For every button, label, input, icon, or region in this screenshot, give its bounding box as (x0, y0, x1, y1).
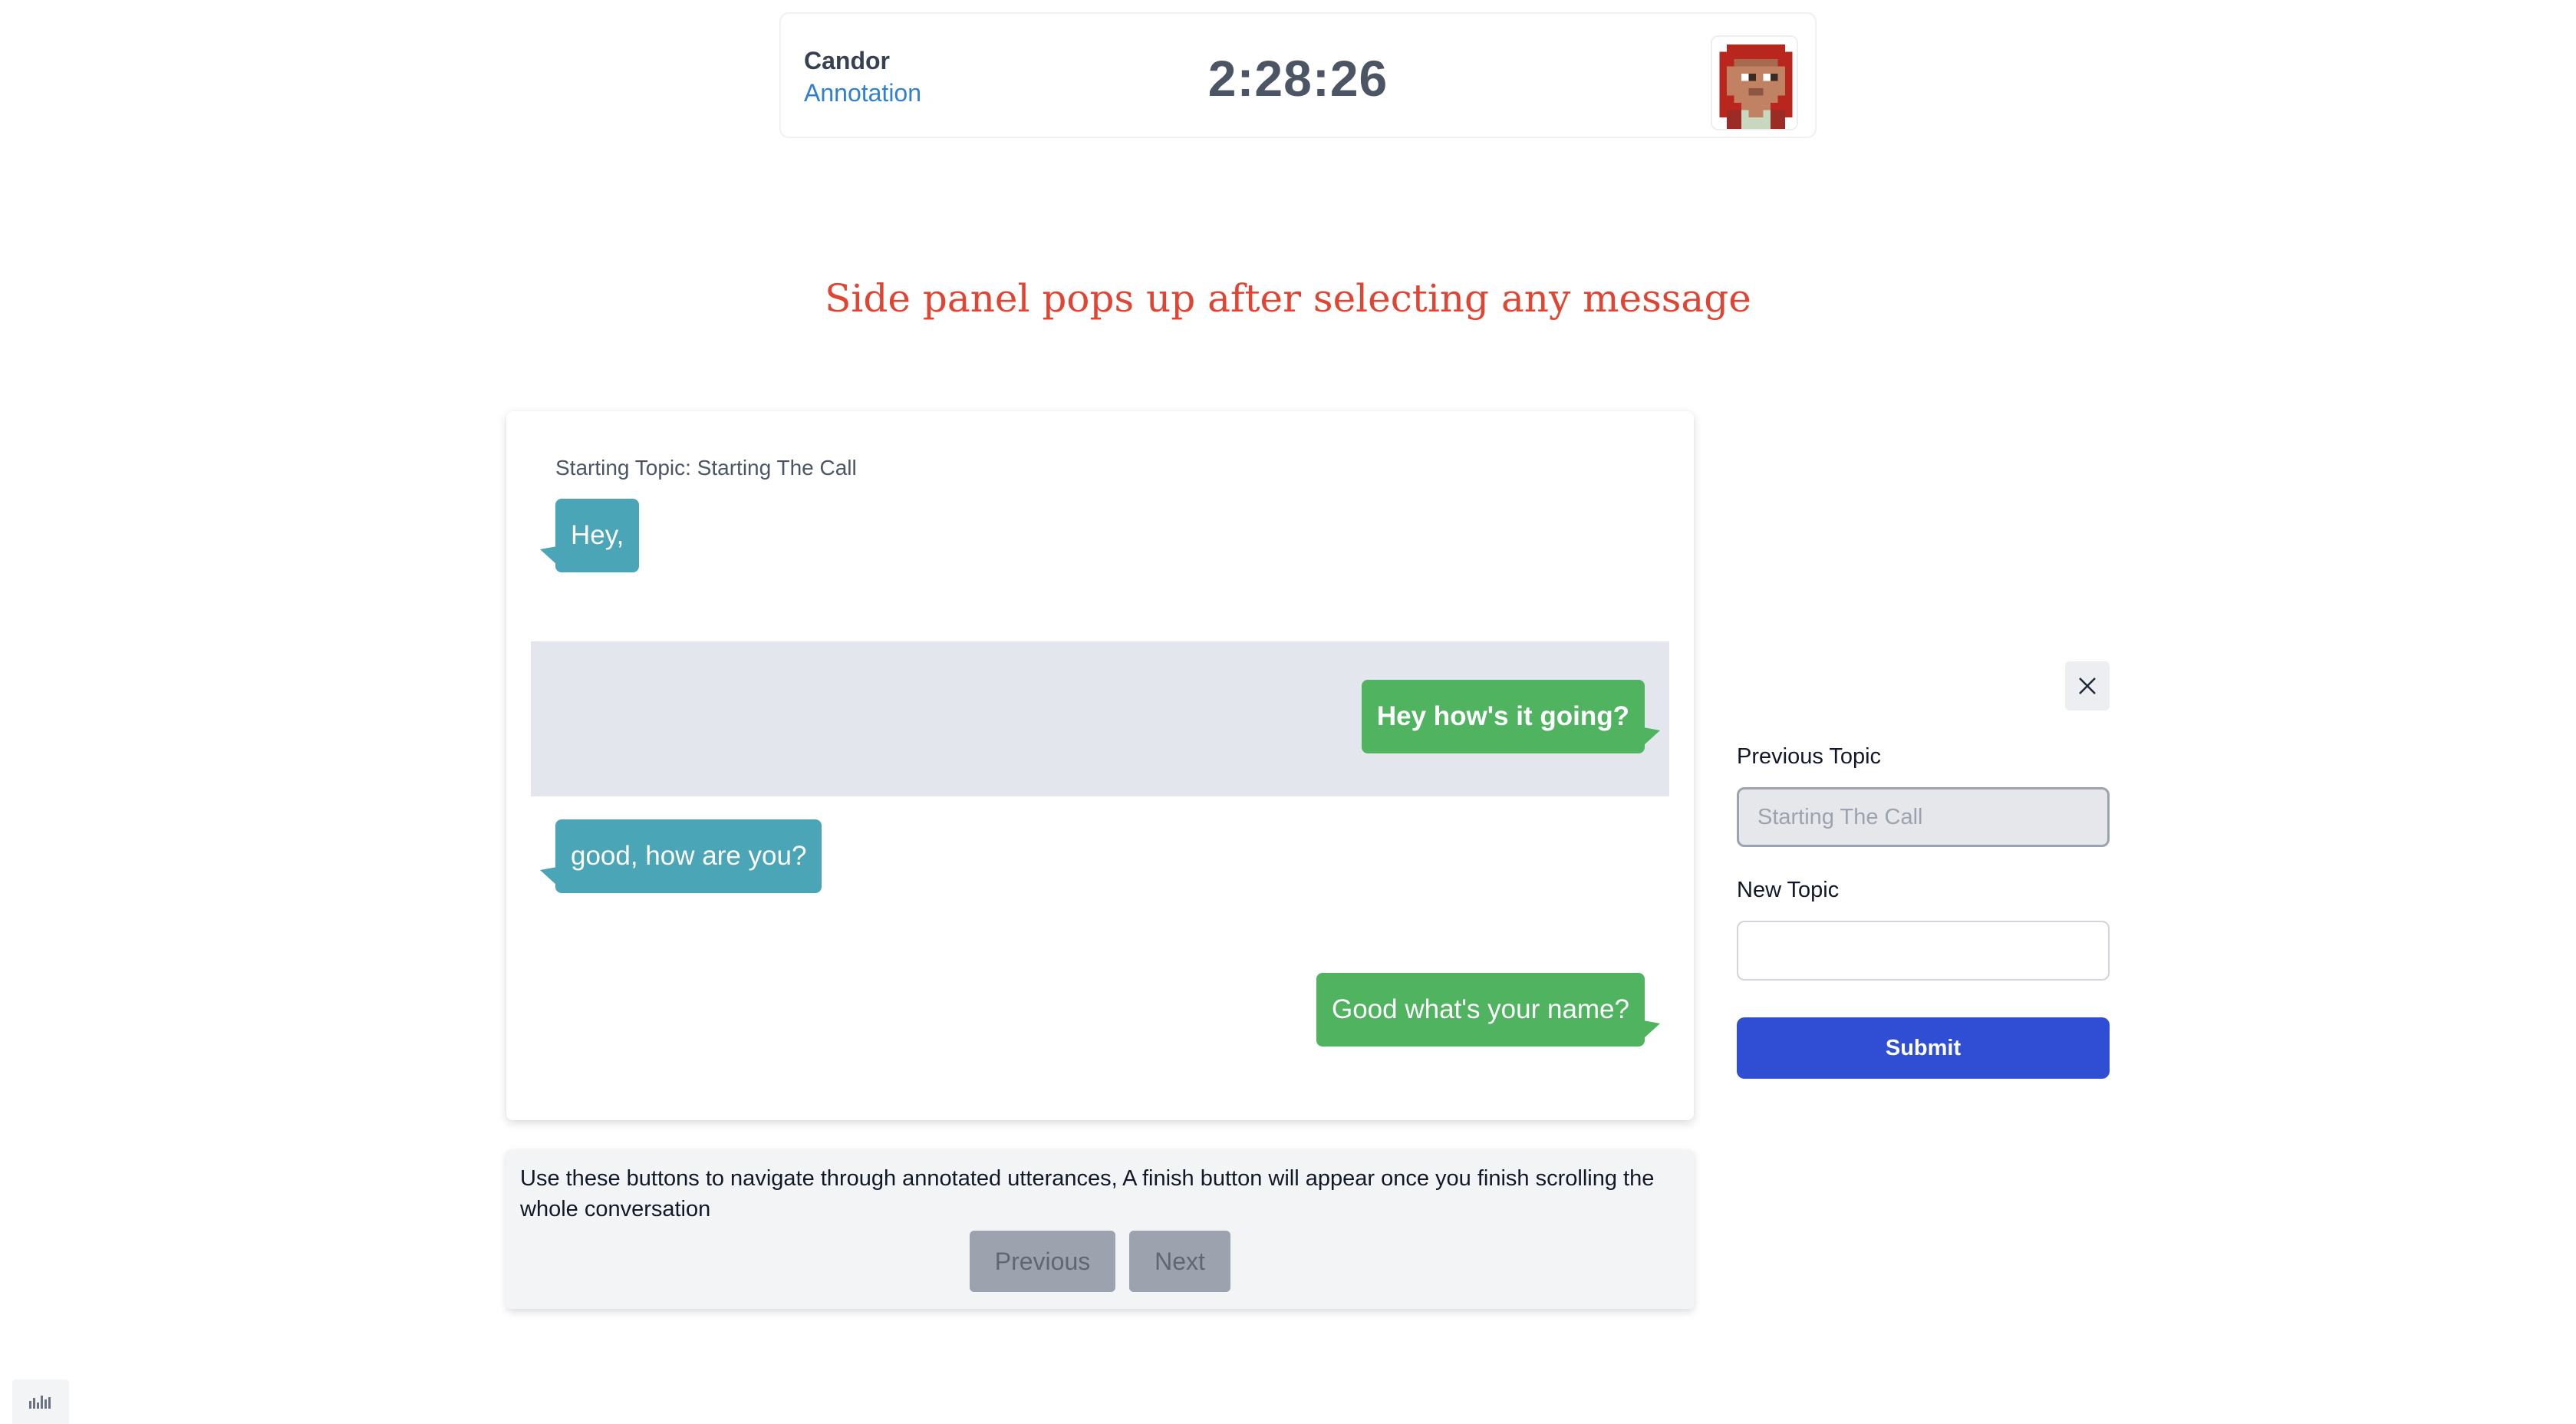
close-icon (2079, 677, 2096, 694)
next-button[interactable]: Next (1129, 1231, 1230, 1292)
previous-topic-label: Previous Topic (1737, 744, 1882, 769)
starting-topic-label: Starting Topic: Starting The Call (555, 456, 857, 480)
message-row[interactable]: Hey, (531, 488, 1669, 643)
app-header: Candor Annotation 2:28:26 (779, 12, 1817, 138)
message-bubble-right[interactable]: Good what's your name? (1316, 973, 1645, 1047)
message-row-selected[interactable]: Hey how's it going? (531, 641, 1669, 796)
previous-button[interactable]: Previous (970, 1231, 1115, 1292)
new-topic-label: New Topic (1737, 878, 1840, 902)
conversation-panel: Starting Topic: Starting The Call Hey, H… (506, 411, 1694, 1120)
previous-topic-field[interactable] (1737, 787, 2110, 847)
instruction-heading: Side panel pops up after selecting any m… (825, 276, 1751, 321)
message-bubble-right[interactable]: Hey how's it going? (1361, 680, 1645, 753)
submit-button[interactable]: Submit (1737, 1017, 2110, 1079)
message-bubble-left[interactable]: good, how are you? (555, 819, 822, 893)
new-topic-field[interactable] (1737, 921, 2110, 981)
message-row[interactable]: good, how are you? (531, 798, 1669, 953)
navigation-panel: Use these buttons to navigate through an… (506, 1149, 1694, 1309)
corner-widget[interactable] (12, 1380, 69, 1424)
audio-waveform-icon (29, 1396, 51, 1409)
message-bubble-left[interactable]: Hey, (555, 499, 640, 572)
close-panel-button[interactable] (2065, 661, 2110, 710)
navigation-help-text: Use these buttons to navigate through an… (520, 1166, 1655, 1221)
session-timer: 2:28:26 (1207, 50, 1388, 107)
message-row[interactable]: Good what's your name? (531, 953, 1669, 1108)
pixel-avatar-icon (1712, 37, 1797, 129)
user-avatar[interactable] (1711, 35, 1798, 130)
